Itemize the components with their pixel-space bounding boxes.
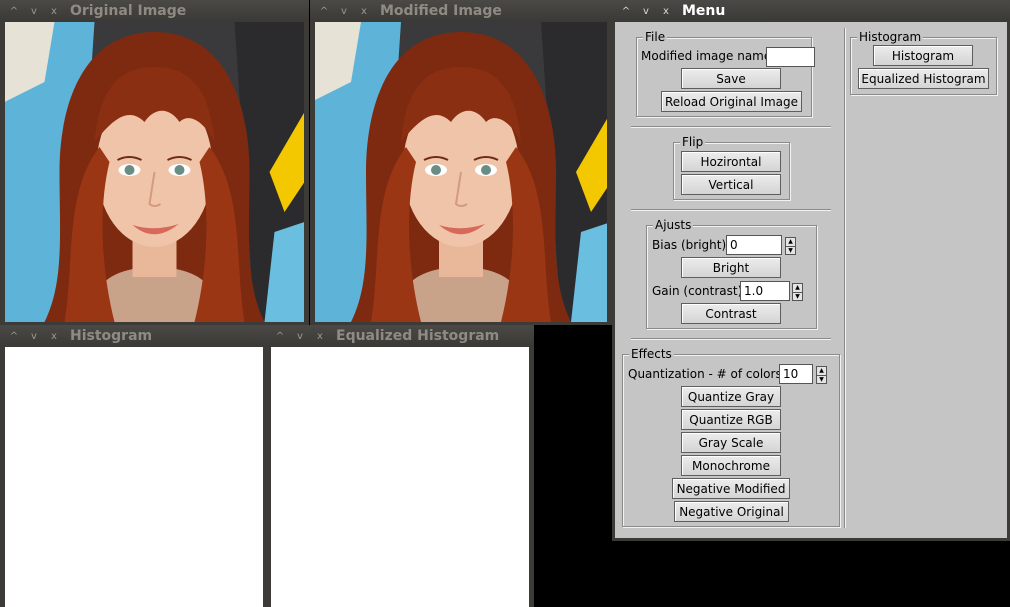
bias-label: Bias (bright): [652,238,731,252]
effects-group-title: Effects [629,347,674,361]
separator [631,209,831,211]
close-icon[interactable]: x [310,327,330,345]
close-icon[interactable]: x [354,2,374,20]
menu-title: Menu [682,3,726,19]
spin-up-icon[interactable]: ▲ [786,238,795,246]
histogram-title: Histogram [70,328,153,344]
save-button[interactable]: Save [681,68,781,89]
bright-button[interactable]: Bright [681,257,781,278]
minimize-icon[interactable]: ^ [314,2,334,20]
minimize-icon[interactable]: ^ [4,2,24,20]
equalized-histogram-plot-area [271,347,529,607]
spin-up-icon[interactable]: ▲ [817,367,826,375]
maximize-icon[interactable]: v [334,2,354,20]
histogram-group-title: Histogram [857,30,924,44]
spin-down-icon[interactable]: ▼ [793,292,802,301]
maximize-icon[interactable]: v [636,2,656,20]
close-icon[interactable]: x [44,327,64,345]
spin-up-icon[interactable]: ▲ [793,284,802,292]
original-image-window: ^ v x Original Image [0,0,309,325]
quantization-input[interactable]: 10 [779,364,813,384]
column-divider [844,28,846,528]
ajusts-group-title: Ajusts [653,218,694,232]
menu-window: ^ v x Menu File Modified image name: Sav… [612,0,1010,541]
bias-spinner[interactable]: ▲ ▼ [785,237,796,255]
spin-down-icon[interactable]: ▼ [817,375,826,384]
reload-original-button[interactable]: Reload Original Image [661,91,802,112]
equalized-histogram-canvas [271,347,529,607]
equalized-histogram-window: ^ v x Equalized Histogram [266,325,534,607]
histogram-window: ^ v x Histogram [0,325,268,607]
monochrome-button[interactable]: Monochrome [681,455,781,476]
modified-image-photo [315,22,607,322]
equalized-histogram-titlebar[interactable]: ^ v x Equalized Histogram [266,325,534,347]
minimize-icon[interactable]: ^ [270,327,290,345]
modified-image-titlebar[interactable]: ^ v x Modified Image [310,0,612,22]
histogram-button[interactable]: Histogram [873,45,973,66]
original-image-photo [5,22,304,322]
spin-down-icon[interactable]: ▼ [786,246,795,255]
minimize-icon[interactable]: ^ [4,327,24,345]
minimize-icon[interactable]: ^ [616,2,636,20]
menu-titlebar[interactable]: ^ v x Menu [612,0,1010,22]
separator [631,338,831,340]
original-image-title: Original Image [70,3,187,19]
negative-modified-button[interactable]: Negative Modified [672,478,790,499]
maximize-icon[interactable]: v [24,327,44,345]
contrast-button[interactable]: Contrast [681,303,781,324]
flip-vertical-button[interactable]: Vertical [681,174,781,195]
modified-image-canvas [315,22,607,322]
file-group-title: File [643,30,668,44]
bias-input[interactable]: 0 [726,235,782,255]
quantize-rgb-button[interactable]: Quantize RGB [681,409,781,430]
modified-name-label: Modified image name: [641,49,776,63]
flip-group-title: Flip [680,135,706,149]
separator [631,126,831,128]
histogram-canvas [5,347,263,607]
close-icon[interactable]: x [44,2,64,20]
menu-panel: File Modified image name: Save Reload Or… [615,22,1007,538]
original-image-canvas [5,22,304,322]
maximize-icon[interactable]: v [24,2,44,20]
gain-input[interactable]: 1.0 [740,281,790,301]
quantization-label: Quantization - # of colors: [628,367,786,381]
maximize-icon[interactable]: v [290,327,310,345]
gain-label: Gain (contrast): [652,284,747,298]
modified-image-window: ^ v x Modified Image [310,0,612,325]
equalized-histogram-title: Equalized Histogram [336,328,500,344]
gain-spinner[interactable]: ▲ ▼ [792,283,803,301]
modified-image-title: Modified Image [380,3,502,19]
flip-horizontal-button[interactable]: Hozirontal [681,151,781,172]
modified-name-input[interactable] [766,47,815,67]
equalized-histogram-button[interactable]: Equalized Histogram [858,68,989,89]
close-icon[interactable]: x [656,2,676,20]
negative-original-button[interactable]: Negative Original [674,501,789,522]
histogram-plot-area [5,347,263,607]
quantization-spinner[interactable]: ▲ ▼ [816,366,827,384]
original-image-titlebar[interactable]: ^ v x Original Image [0,0,309,22]
histogram-titlebar[interactable]: ^ v x Histogram [0,325,268,347]
quantize-gray-button[interactable]: Quantize Gray [681,386,781,407]
gray-scale-button[interactable]: Gray Scale [681,432,781,453]
